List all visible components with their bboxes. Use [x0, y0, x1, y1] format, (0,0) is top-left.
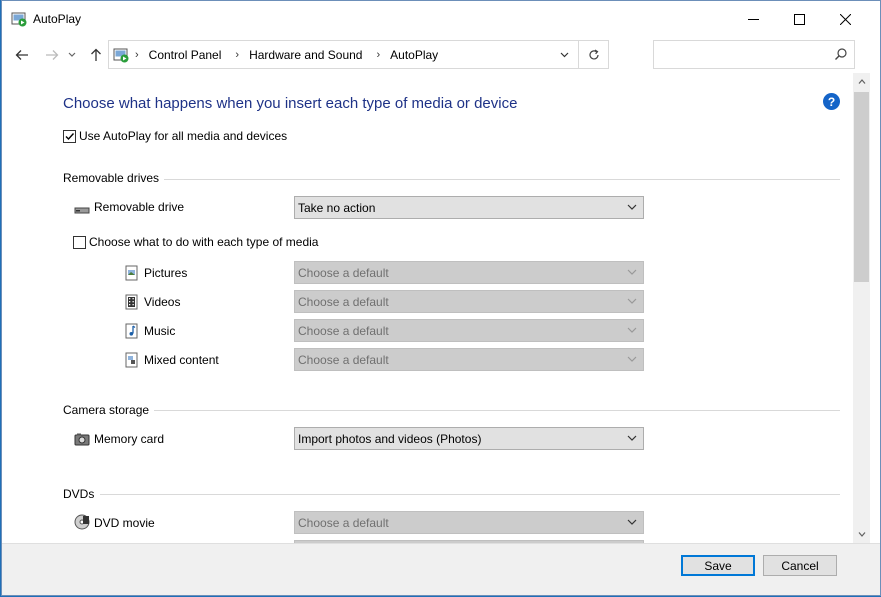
mixed-content-label: Mixed content: [144, 353, 219, 367]
choose-each-media-checkbox[interactable]: [73, 236, 86, 249]
breadcrumb-autoplay[interactable]: AutoPlay: [390, 48, 438, 62]
minimize-icon: [747, 18, 759, 20]
mixed-content-select[interactable]: Choose a default: [294, 348, 644, 371]
title-bar: AutoPlay: [2, 1, 880, 37]
videos-select[interactable]: Choose a default: [294, 290, 644, 313]
chevron-down-icon: [627, 298, 637, 304]
section-divider: [154, 410, 840, 411]
mixed-content-icon: [124, 352, 140, 368]
page-title: Choose what happens when you insert each…: [63, 95, 518, 112]
dvd-movie-icon: [74, 514, 90, 530]
up-arrow-icon: [91, 48, 101, 61]
address-dropdown-button[interactable]: [553, 41, 575, 68]
memory-card-label: Memory card: [94, 432, 165, 446]
search-icon[interactable]: [834, 47, 848, 64]
footer-bar: Save Cancel: [2, 543, 880, 595]
breadcrumb: › Control Panel › Hardware and Sound › A…: [131, 41, 438, 68]
back-arrow-icon: [15, 50, 28, 60]
use-autoplay-label[interactable]: Use AutoPlay for all media and devices: [79, 129, 287, 143]
autoplay-icon: [11, 11, 27, 27]
scroll-down-button[interactable]: [853, 526, 870, 543]
minimize-button[interactable]: [730, 1, 776, 37]
refresh-icon: [588, 48, 599, 59]
search-input[interactable]: [653, 40, 855, 69]
pictures-select[interactable]: Choose a default: [294, 261, 644, 284]
pictures-icon: [124, 265, 140, 281]
close-button[interactable]: [822, 1, 868, 37]
chevron-down-icon: [627, 356, 637, 362]
chevron-right-icon[interactable]: ›: [235, 49, 239, 61]
chevron-down-icon: [627, 519, 637, 525]
back-button[interactable]: [12, 45, 32, 65]
save-button[interactable]: Save: [681, 555, 755, 576]
dvd-movie-select[interactable]: Choose a default: [294, 511, 644, 534]
breadcrumb-control-panel[interactable]: Control Panel: [149, 48, 222, 62]
scroll-up-button[interactable]: [853, 73, 870, 90]
removable-drive-select[interactable]: Take no action: [294, 196, 644, 219]
autoplay-window: AutoPlay › Control Panel › Hardware and …: [1, 0, 881, 596]
chevron-right-icon[interactable]: ›: [135, 49, 139, 61]
videos-icon: [124, 294, 140, 310]
maximize-icon: [793, 13, 805, 25]
music-select[interactable]: Choose a default: [294, 319, 644, 342]
forward-arrow-icon: [46, 50, 59, 60]
memory-card-icon: [74, 431, 90, 447]
section-dvds: DVDs: [63, 487, 95, 501]
recent-locations-button[interactable]: [65, 45, 79, 65]
maximize-button[interactable]: [776, 1, 822, 37]
section-removable-drives: Removable drives: [63, 171, 160, 185]
close-icon: [839, 13, 851, 25]
chevron-up-icon: [858, 79, 865, 84]
content-area: Choose what happens when you insert each…: [2, 73, 853, 543]
refresh-button[interactable]: [578, 41, 608, 68]
section-divider: [100, 494, 840, 495]
pictures-label: Pictures: [144, 266, 188, 280]
vertical-scrollbar[interactable]: [853, 73, 870, 543]
section-divider: [164, 179, 840, 180]
cancel-button[interactable]: Cancel: [763, 555, 837, 576]
removable-drive-label: Removable drive: [94, 200, 185, 214]
breadcrumb-hardware-and-sound[interactable]: Hardware and Sound: [249, 48, 362, 62]
chevron-down-icon: [627, 269, 637, 275]
videos-label: Videos: [144, 295, 181, 309]
chevron-down-icon: [560, 52, 568, 57]
memory-card-select[interactable]: Import photos and videos (Photos): [294, 427, 644, 450]
section-camera-storage: Camera storage: [63, 403, 150, 417]
chevron-down-icon: [68, 52, 76, 57]
dvd-movie-label: DVD movie: [94, 516, 155, 530]
forward-button[interactable]: [42, 45, 62, 65]
chevron-right-icon[interactable]: ›: [376, 49, 380, 61]
chevron-down-icon: [627, 327, 637, 333]
navigation-bar: › Control Panel › Hardware and Sound › A…: [2, 37, 880, 73]
music-icon: [124, 323, 140, 339]
scrollbar-thumb[interactable]: [854, 92, 869, 282]
removable-drive-icon: [74, 201, 90, 217]
up-button[interactable]: [86, 45, 106, 65]
music-label: Music: [144, 324, 176, 338]
control-panel-icon: [113, 47, 129, 63]
choose-each-media-label[interactable]: Choose what to do with each type of medi…: [89, 235, 318, 249]
checkmark-icon: [65, 133, 75, 141]
help-icon[interactable]: ?: [823, 93, 840, 110]
chevron-down-icon: [627, 435, 637, 441]
address-bar[interactable]: › Control Panel › Hardware and Sound › A…: [108, 40, 609, 69]
window-title: AutoPlay: [33, 12, 82, 26]
chevron-down-icon: [858, 532, 865, 537]
chevron-down-icon: [627, 204, 637, 210]
use-autoplay-checkbox[interactable]: [63, 130, 76, 143]
